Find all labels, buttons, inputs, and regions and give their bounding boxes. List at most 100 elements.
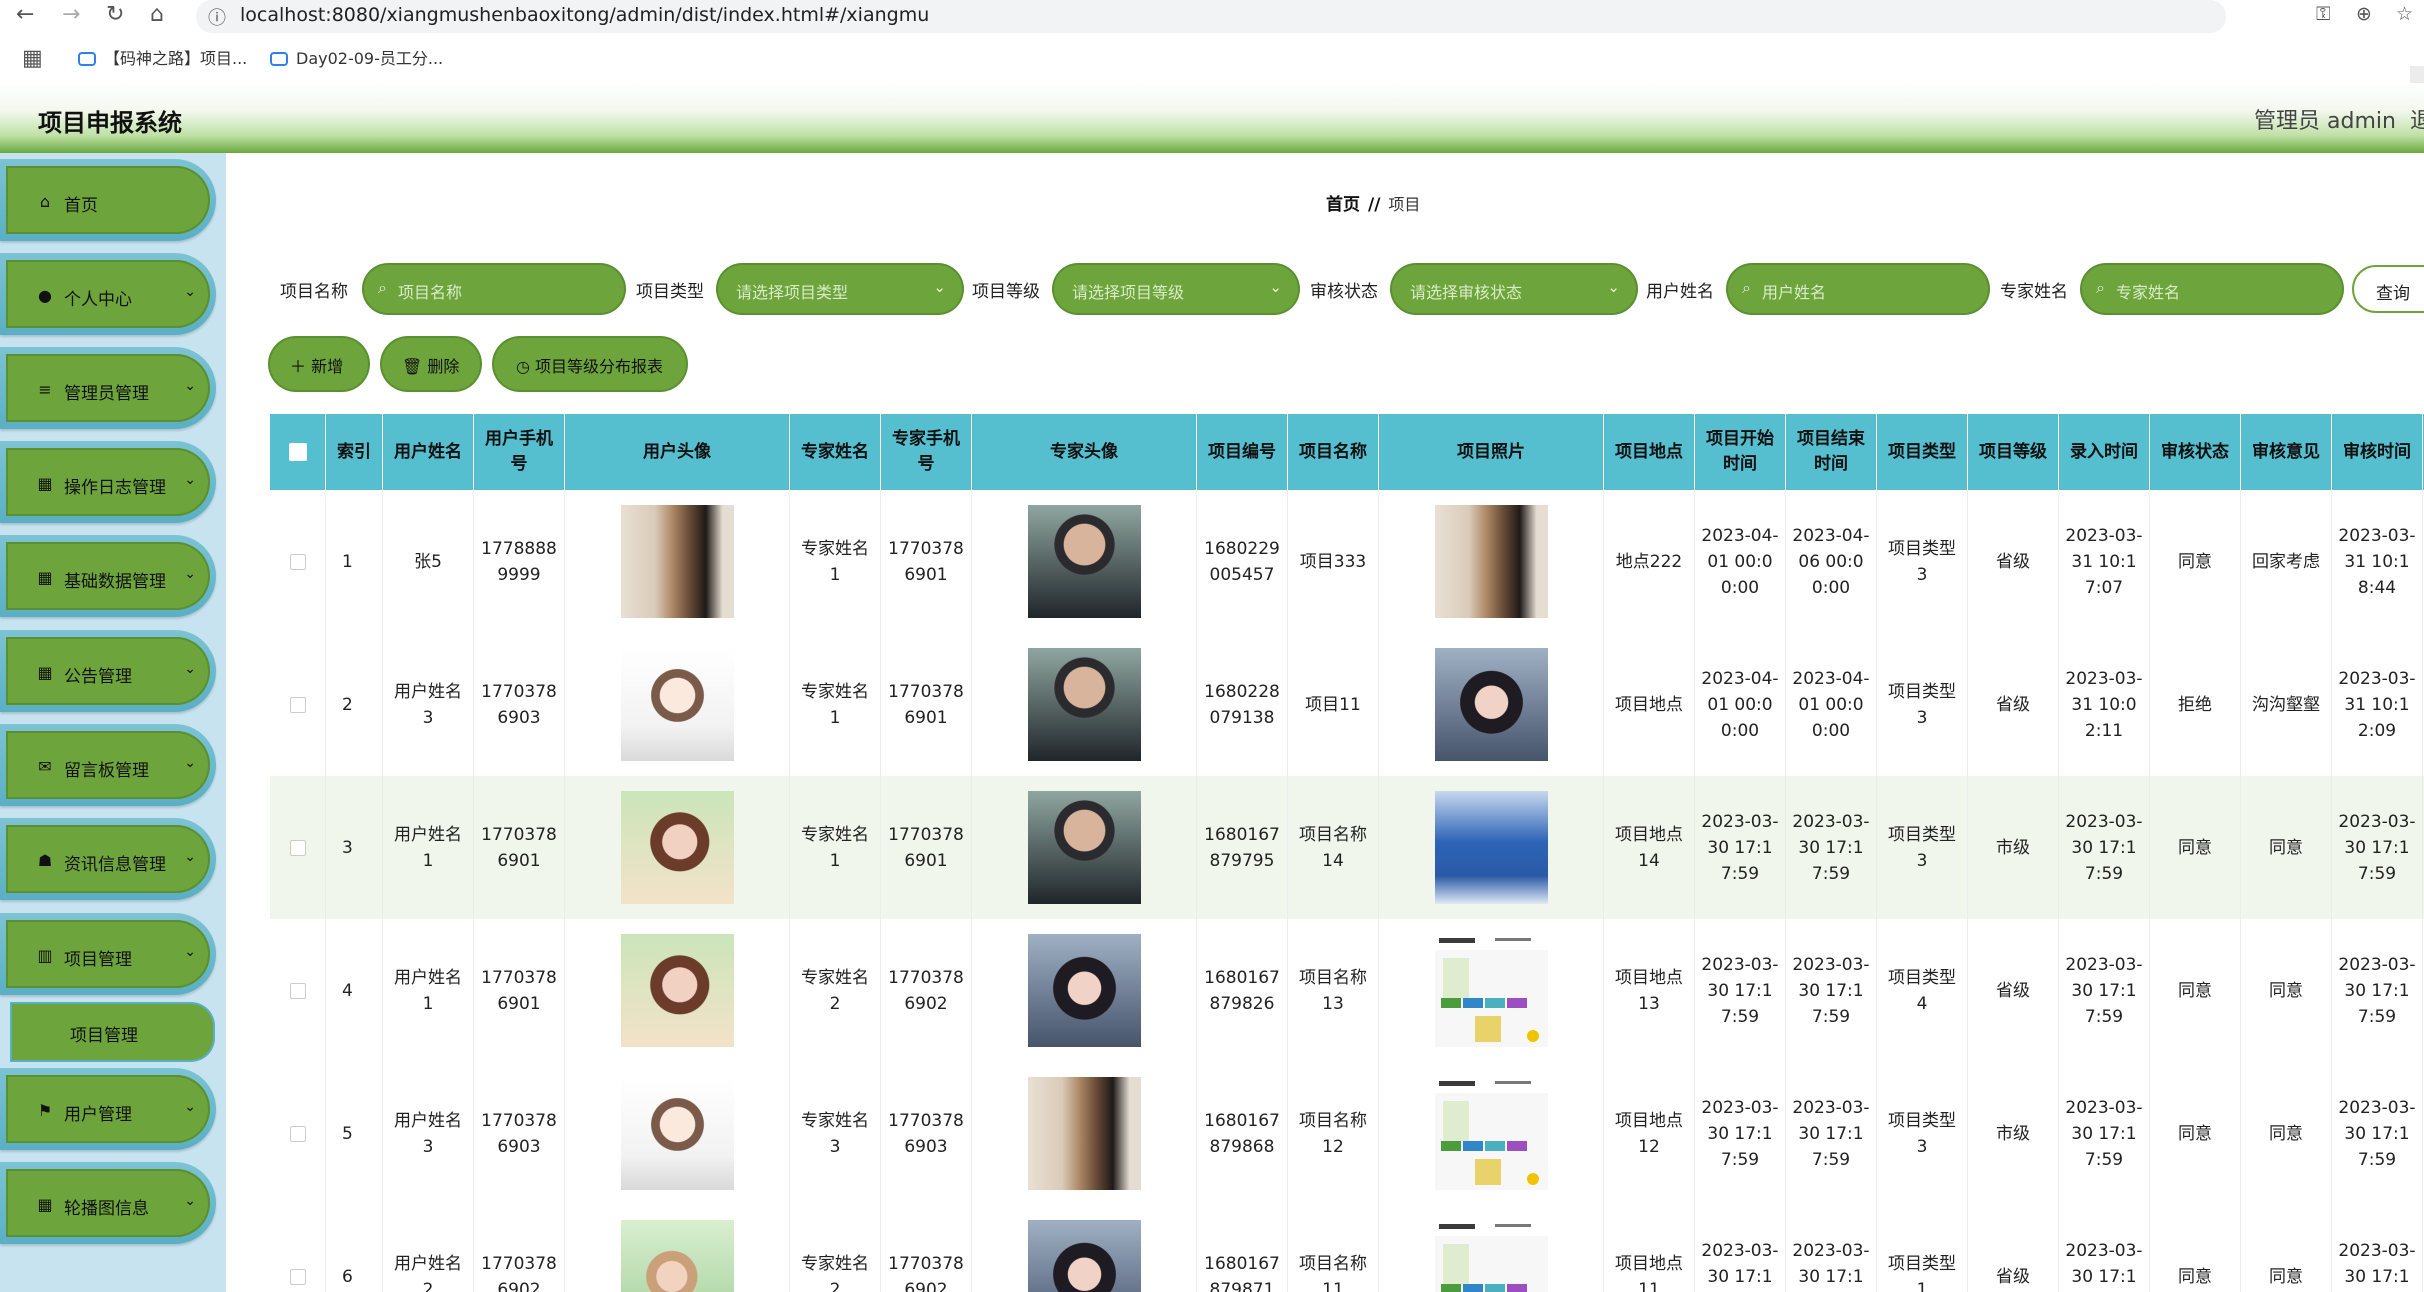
table-cell: 1680167879871 — [1197, 1205, 1288, 1292]
sidebar-item[interactable]: ▦ 轮播图信息 ⌄ — [0, 1162, 216, 1244]
table-cell: 1680228079138 — [1197, 633, 1288, 776]
breadcrumb-home[interactable]: 首页 — [1326, 195, 1360, 215]
column-header: 专家头像 — [972, 414, 1197, 490]
checkbox-icon[interactable] — [289, 982, 306, 999]
query-button[interactable]: 查询 — [2352, 265, 2424, 313]
table-cell: 专家姓名2 — [790, 1205, 881, 1292]
photo-man — [1027, 791, 1141, 904]
table-row[interactable]: 5 用户姓名3 17703786903 专家姓名3 17703786903 1680167… — [270, 1062, 2424, 1206]
table-row[interactable]: 1 张5 17788889999 专家姓名1 17703786901 1680229005… — [270, 490, 2424, 634]
star-icon[interactable]: ☆ — [2396, 3, 2413, 25]
chevron-down-icon: ⌄ — [933, 278, 946, 296]
bookmark-icon — [270, 52, 288, 66]
sidebar-item[interactable]: ▦ 基础数据管理 ⌄ — [0, 535, 216, 617]
chevron-down-icon: ⌄ — [184, 378, 196, 394]
checkbox-icon[interactable] — [289, 839, 306, 856]
table-cell: 1680229005457 — [1197, 490, 1288, 633]
search-input[interactable]: ⌕ 项目名称 — [364, 265, 624, 313]
row-checkbox[interactable] — [270, 1062, 326, 1205]
search-input[interactable]: ⌕ 专家姓名 — [2082, 265, 2342, 313]
image-cell — [565, 919, 790, 1062]
project-table: 索引 用户姓名 用户手机号 用户头像 专家姓名 专家手机号 专家头像 项目编号 项目名称 项目照片… — [270, 414, 2424, 1292]
reload-icon[interactable]: ↻ — [106, 2, 124, 27]
table-row[interactable]: 3 用户姓名1 17703786901 专家姓名1 17703786901 1680167… — [270, 776, 2424, 920]
key-icon[interactable]: ⚿ — [2316, 3, 2330, 25]
photo-girl — [620, 791, 734, 904]
sidebar-item-body: ☗ 资讯信息管理 ⌄ — [6, 825, 210, 893]
sidebar-item[interactable]: ☗ 资讯信息管理 ⌄ — [0, 818, 216, 900]
search-input[interactable]: ⌕ 用户姓名 — [1728, 265, 1988, 313]
checkbox-icon[interactable] — [289, 553, 306, 570]
sidebar-item[interactable]: ▦ 公告管理 ⌄ — [0, 630, 216, 712]
table-row[interactable]: 2 用户姓名3 17703786903 专家姓名1 17703786901 1680228… — [270, 633, 2424, 777]
apps-icon[interactable]: ▦ — [22, 46, 43, 71]
search-icon: ⌕ — [1742, 278, 1751, 297]
column-header: 项目照片 — [1379, 414, 1604, 490]
table-cell: 项目地点 — [1604, 633, 1695, 776]
search-select[interactable]: 请选择项目类型 ⌄ — [718, 265, 962, 313]
row-checkbox[interactable] — [270, 490, 326, 633]
search-select[interactable]: 请选择审核状态 ⌄ — [1392, 265, 1636, 313]
sidebar-item-label: 个人中心 — [64, 290, 132, 310]
back-icon[interactable]: ← — [16, 2, 34, 27]
table-cell: 2023-03-30 17:17:59 — [1695, 1062, 1786, 1205]
checkbox-icon[interactable] — [289, 1125, 306, 1142]
zoom-icon[interactable]: ⊕ — [2356, 3, 2372, 25]
checkbox-icon[interactable] — [289, 696, 306, 713]
checkbox-icon[interactable] — [288, 443, 307, 461]
sidebar-item-body: ⌂ 首页 — [6, 166, 210, 234]
sidebar-item[interactable]: ⚑ 用户管理 ⌄ — [0, 1068, 216, 1150]
sidebar-item-label: 操作日志管理 — [64, 478, 166, 498]
table-cell: 项目11 — [1288, 633, 1379, 776]
image-cell — [1379, 1062, 1604, 1205]
table-cell: 张5 — [383, 490, 474, 633]
sidebar-item[interactable]: ⌂ 首页 — [0, 159, 216, 241]
bookmark-item[interactable]: 【码神之路】项目... — [78, 45, 247, 69]
table-cell: 2023-03-30 17:17:59 — [1786, 919, 1877, 1062]
table-cell: 2023-03-30 17:17:59 — [2332, 1205, 2423, 1292]
search-select[interactable]: 请选择项目等级 ⌄ — [1054, 265, 1298, 313]
photo-short — [1027, 1220, 1141, 1292]
breadcrumb-separator: // — [1368, 195, 1381, 215]
sidebar-item[interactable]: ▦ 操作日志管理 ⌄ — [0, 441, 216, 523]
sidebar-item[interactable]: ▥ 项目管理 ⌄ — [0, 913, 216, 995]
chevron-down-icon: ⌄ — [184, 661, 196, 677]
add-button[interactable]: ＋ 新增 — [270, 338, 368, 390]
table-cell: 6 — [326, 1205, 383, 1292]
row-checkbox[interactable] — [270, 1205, 326, 1292]
chevron-down-icon: ⌄ — [1269, 278, 1282, 296]
table-row[interactable]: 4 用户姓名1 17703786901 专家姓名2 17703786902 1680167… — [270, 919, 2424, 1063]
url-text[interactable]: localhost:8080/xiangmushenbaoxitong/admi… — [240, 4, 929, 26]
site-info-icon[interactable]: ⓘ — [208, 4, 226, 30]
bookmark-item[interactable]: Day02-09-员工分... — [270, 45, 443, 69]
logout-link[interactable]: 退出登录 — [2410, 103, 2424, 135]
row-checkbox[interactable] — [270, 919, 326, 1062]
table-row[interactable]: 6 用户姓名2 17703786902 专家姓名2 17703786902 1680167… — [270, 1205, 2424, 1292]
image-cell — [565, 1205, 790, 1292]
address-bar[interactable]: ⓘ localhost:8080/xiangmushenbaoxitong/ad… — [196, 0, 2226, 33]
table-cell: 同意 — [2150, 776, 2241, 919]
sidebar-item[interactable]: ≡ 管理员管理 ⌄ — [0, 347, 216, 429]
submenu-item-project-management[interactable]: 项目管理 — [12, 1004, 213, 1060]
report-button[interactable]: ◷ 项目等级分布报表 — [494, 338, 686, 390]
delete-button[interactable]: 🗑 删除 — [382, 338, 480, 390]
checkbox-icon[interactable] — [289, 1268, 306, 1285]
sidebar-item[interactable]: ● 个人中心 ⌄ — [0, 253, 216, 335]
select-all-checkbox[interactable] — [270, 414, 326, 490]
grid-icon: ▦ — [37, 474, 53, 493]
table-cell: 1680167879826 — [1197, 919, 1288, 1062]
sidebar-item[interactable]: ✉ 留言板管理 ⌄ — [0, 724, 216, 806]
photo-cartoon — [620, 648, 734, 761]
home-icon[interactable]: ⌂ — [150, 2, 164, 27]
row-checkbox[interactable] — [270, 633, 326, 776]
table-cell: 17703786903 — [881, 1062, 972, 1205]
placeholder-text: 请选择审核状态 — [1410, 283, 1523, 302]
table-cell: 项目类型3 — [1877, 1062, 1968, 1205]
image-cell — [1379, 776, 1604, 919]
chevron-down-icon: ⌄ — [1607, 278, 1620, 296]
table-cell: 用户姓名1 — [383, 919, 474, 1062]
row-checkbox[interactable] — [270, 776, 326, 919]
forward-icon[interactable]: → — [62, 2, 80, 27]
placeholder-text: 专家姓名 — [2116, 283, 2181, 302]
placeholder-text: 请选择项目类型 — [736, 283, 849, 302]
